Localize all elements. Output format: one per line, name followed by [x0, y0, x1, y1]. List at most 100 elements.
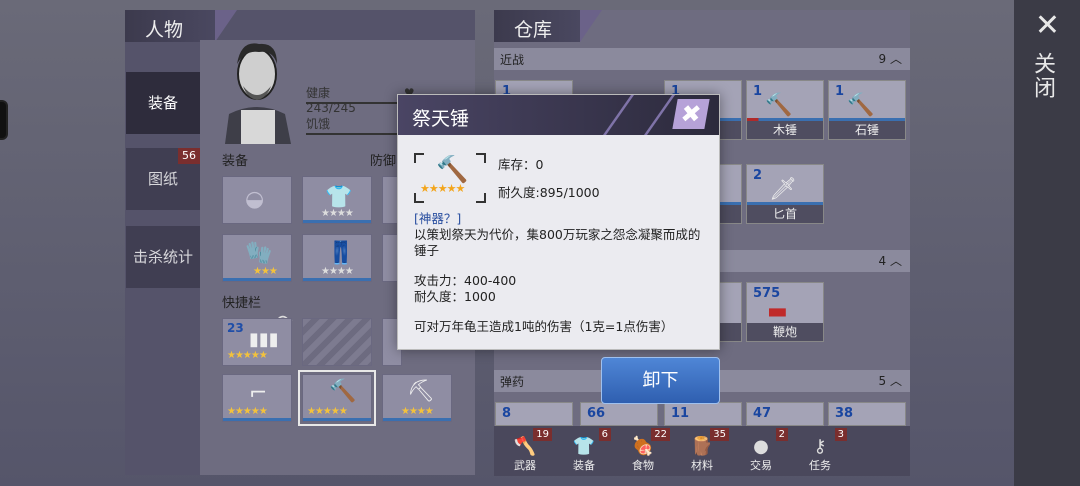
- quick-slot-gun[interactable]: ⌐ ★★★★★: [222, 374, 292, 422]
- item-name: 匕首: [747, 205, 823, 223]
- section-ammo-label: 弹药: [500, 375, 525, 389]
- dialog-close-button[interactable]: ✖: [672, 99, 710, 129]
- hammer-icon: 🔨: [436, 155, 469, 185]
- unequip-button[interactable]: 卸下: [601, 357, 720, 404]
- durability-line: [223, 418, 291, 421]
- section-ranged-count: 4 ︿: [879, 252, 902, 269]
- close-icon: ✖: [678, 100, 704, 128]
- quick-slot-ammo[interactable]: 23 ▮▮▮ ★★★★★: [222, 318, 292, 366]
- equip-slot-body[interactable]: 👕 ★★★★: [302, 176, 372, 224]
- hunger-label: 饥饿: [306, 117, 331, 131]
- firecracker-icon: ▬: [767, 299, 788, 324]
- category-trade[interactable]: 2 ● 交易: [732, 428, 790, 476]
- store-item-ammo-2[interactable]: 66: [580, 402, 658, 426]
- slot-stars: ★★★★★: [307, 406, 348, 417]
- section-ranged-count-value: 4: [878, 254, 887, 268]
- tab-kill-stats[interactable]: 击杀统计: [126, 226, 200, 288]
- character-portrait: [225, 43, 291, 144]
- tab-blueprints[interactable]: 图纸 56: [126, 148, 200, 210]
- health-label: 健康: [306, 86, 331, 100]
- category-weapons[interactable]: 19 🪓 武器: [496, 428, 554, 476]
- item-description: 以策划祭天为代价，集800万玩家之怨念凝聚而成的锤子: [414, 227, 701, 258]
- section-melee[interactable]: 近战 9 ︿: [494, 48, 910, 70]
- hammer-icon: 🔨: [847, 93, 875, 118]
- category-badge: 3: [834, 428, 847, 441]
- durability-status: 耐久度:895/1000: [498, 185, 600, 200]
- category-badge: 19: [533, 428, 552, 441]
- item-count: 1: [835, 84, 845, 99]
- store-item-ammo-3[interactable]: 11: [664, 402, 742, 426]
- stock-text: 库存：0: [498, 157, 544, 172]
- hammer-icon: 🔨: [329, 379, 357, 404]
- store-item-dagger[interactable]: 2 🗡 匕首: [746, 164, 824, 224]
- frame-corner: [476, 193, 486, 203]
- store-item-ammo-1[interactable]: 8: [495, 402, 573, 426]
- blueprint-badge: 56: [178, 148, 200, 164]
- shirt-icon: 👕: [325, 185, 353, 210]
- item-count: 2: [753, 168, 763, 183]
- category-equipment[interactable]: 6 👕 装备: [555, 428, 613, 476]
- slot-stars: ★★★★: [401, 406, 434, 417]
- hammer-icon: 🔨: [765, 93, 793, 118]
- store-item-ammo-5[interactable]: 38: [828, 402, 906, 426]
- pants-icon: 👖: [327, 241, 355, 266]
- equip-slot-legs[interactable]: 👖 ★★★★: [302, 234, 372, 282]
- durability-line: [223, 278, 291, 281]
- slot-stars: ★★★★★: [227, 406, 268, 417]
- chevron-up-icon: ︿: [889, 374, 902, 388]
- quick-slot-hammer[interactable]: 🔨 ★★★★★: [298, 370, 376, 426]
- slot-stars: ★★★: [253, 266, 278, 277]
- section-ammo-count-value: 5: [878, 374, 887, 388]
- frame-corner: [414, 153, 424, 163]
- category-quest[interactable]: 3 ⚷ 任务: [791, 428, 849, 476]
- item-effect: 可对万年龟王造成1吨的伤害（1克=1点伤害）: [414, 319, 674, 334]
- tab-equipment[interactable]: 装备: [126, 72, 200, 134]
- item-count: 66: [587, 406, 606, 421]
- category-label: 武器: [514, 459, 536, 472]
- side-notch: [0, 100, 8, 140]
- store-item-wood-hammer[interactable]: 1 🔨 木锤: [746, 80, 824, 140]
- item-count: 11: [671, 406, 690, 421]
- equip-slot-hands[interactable]: 🧤 ★★★: [222, 234, 292, 282]
- category-label: 任务: [809, 459, 831, 472]
- tab-kill-stats-label: 击杀统计: [132, 248, 193, 266]
- quick-slot-locked[interactable]: [302, 318, 372, 366]
- item-name: 鞭炮: [747, 323, 823, 341]
- dialog-title: 祭天锤: [412, 108, 470, 130]
- pistol-icon: ⌐: [249, 381, 268, 406]
- durability-line: [383, 418, 451, 421]
- chevron-up-icon: ︿: [889, 254, 902, 268]
- category-materials[interactable]: 35 🪵 材料: [673, 428, 731, 476]
- quick-slot-count: 23: [227, 321, 244, 335]
- section-melee-label: 近战: [500, 53, 525, 67]
- store-item-ammo-4[interactable]: 47: [746, 402, 824, 426]
- dialog-header: 祭天锤 ✖: [398, 95, 719, 135]
- character-title: 人物: [125, 10, 237, 42]
- close-icon[interactable]: ✕: [1035, 8, 1060, 43]
- bullets-icon: ▮▮▮: [249, 329, 279, 350]
- equip-slot-head[interactable]: ◒: [222, 176, 292, 224]
- item-count: 47: [753, 406, 772, 421]
- artifact-link[interactable]: [神器？]: [414, 211, 461, 227]
- quick-slot-pickaxe[interactable]: ⛏ ★★★★: [382, 374, 452, 422]
- quickbar-label: 快捷栏: [222, 296, 262, 311]
- category-badge: 22: [651, 428, 670, 441]
- category-label: 装备: [573, 459, 595, 472]
- attack-stat: 攻击力：400-400: [414, 273, 517, 288]
- header-decoration: [602, 95, 676, 135]
- helmet-icon: ◒: [245, 187, 265, 212]
- store-item-firecracker[interactable]: 575 ▬ 鞭炮: [746, 282, 824, 342]
- item-detail-dialog: 祭天锤 ✖ 🔨 ★★★★★ 库存：0 耐久度:895/1000 [神器？] 以策…: [397, 94, 720, 350]
- gloves-icon: 🧤: [245, 241, 273, 266]
- defense-label: 防御: [370, 154, 397, 169]
- durability-line: [303, 278, 371, 281]
- chevron-up-icon: ︿: [889, 52, 902, 66]
- section-ammo-count: 5 ︿: [879, 372, 902, 389]
- item-count: 8: [502, 406, 512, 421]
- item-count: 38: [835, 406, 854, 421]
- close-strip[interactable]: ✕ 关闭: [1014, 0, 1080, 486]
- store-item-stone-hammer[interactable]: 1 🔨 石锤: [828, 80, 906, 140]
- section-melee-count: 9 ︿: [879, 50, 902, 67]
- category-food[interactable]: 22 🍖 食物: [614, 428, 672, 476]
- close-label[interactable]: 关闭: [1026, 52, 1058, 100]
